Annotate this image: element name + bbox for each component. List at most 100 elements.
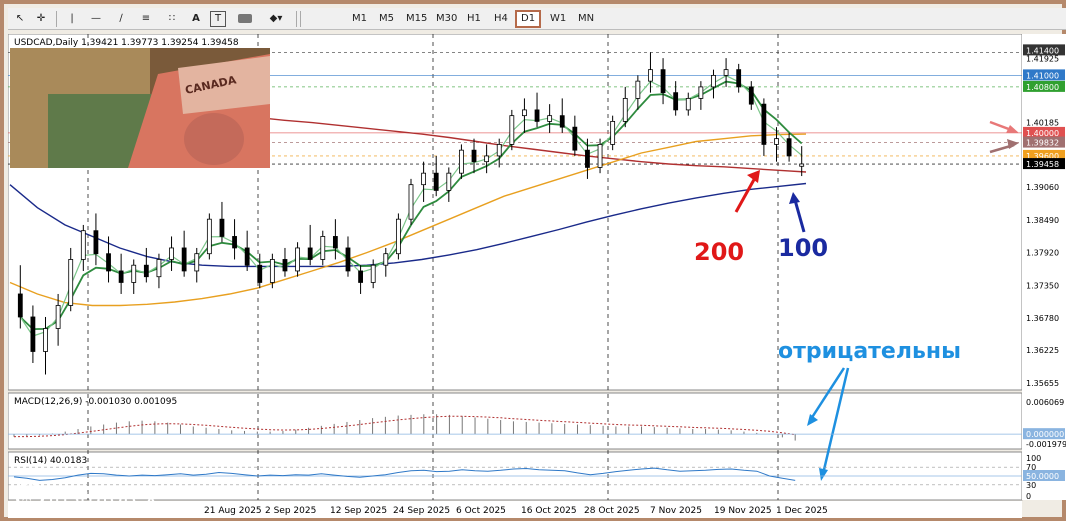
rsi-tick-label: 50.0000 <box>1026 472 1059 481</box>
candle-body <box>622 97 628 122</box>
candle-body <box>572 126 578 151</box>
candle-body <box>597 144 603 168</box>
timeframe-m1[interactable]: M1 <box>348 10 371 28</box>
candle-body <box>282 259 288 272</box>
candle-body <box>559 115 565 128</box>
macd-tick-label: 0.000000 <box>1026 430 1064 439</box>
timeframe-d1[interactable]: D1 <box>515 10 542 28</box>
macd-label: MACD(12,26,9) -0.001030 0.001095 <box>14 397 177 407</box>
price-tick-label: 1.38490 <box>1026 216 1059 225</box>
price-tag: 1.39458 <box>1026 160 1059 169</box>
text-tool-button[interactable]: A <box>188 10 204 28</box>
horizontal-line-icon[interactable]: — <box>86 10 106 28</box>
candle-body <box>244 247 250 266</box>
candle-body <box>181 247 187 272</box>
candle-body <box>55 305 61 329</box>
candle-body <box>433 172 439 191</box>
crosshair-icon[interactable]: ✛ <box>32 10 50 28</box>
candle-body <box>685 97 691 111</box>
candle-body <box>295 247 300 272</box>
ma200-annotation: 200 <box>694 238 744 266</box>
date-tick-label: 28 Oct 2025 <box>584 506 640 516</box>
fibonacci-icon[interactable]: ≡ <box>136 10 156 28</box>
candle-body <box>395 218 401 255</box>
svg-text:✳: ✳ <box>20 487 33 506</box>
date-tick-label: 6 Oct 2025 <box>456 506 506 516</box>
price-tag: 1.41000 <box>1026 71 1059 80</box>
candle-body <box>471 149 477 163</box>
candle-body <box>761 103 767 145</box>
vertical-line-icon[interactable]: | <box>64 10 80 28</box>
candle-body <box>93 230 99 255</box>
candle-body <box>711 74 716 88</box>
rectangle-icon[interactable] <box>234 10 256 28</box>
date-tick-label: 16 Oct 2025 <box>521 506 577 516</box>
price-tick-label: 1.40185 <box>1026 118 1059 127</box>
timeframe-h4[interactable]: H4 <box>490 10 512 28</box>
candle-body <box>345 247 351 272</box>
candle-body <box>610 121 616 145</box>
candle-body <box>648 69 653 82</box>
candle-body <box>30 316 36 352</box>
candle-body <box>169 247 174 260</box>
candle-body <box>17 293 23 318</box>
price-tick-label: 1.37920 <box>1026 249 1059 258</box>
candle-body <box>257 264 263 283</box>
candle-body <box>332 236 338 249</box>
currency-photo: CANADA <box>10 48 270 168</box>
candle-body <box>774 138 779 145</box>
price-tick-label: 1.36780 <box>1026 314 1059 323</box>
date-axis-bg <box>8 501 1022 518</box>
candle-body <box>421 172 427 186</box>
candle-body <box>673 92 679 111</box>
toolbar-divider <box>300 11 301 27</box>
shapes-dropdown-icon[interactable]: ◆▾ <box>264 10 288 28</box>
candle-body <box>68 259 74 306</box>
candle-body <box>484 155 490 163</box>
ma100-annotation: 100 <box>778 234 828 262</box>
toolbar-divider <box>296 11 297 27</box>
candle-body <box>358 270 363 283</box>
price-tag: 1.40000 <box>1026 129 1059 138</box>
candle-body <box>408 184 414 220</box>
candle-body <box>660 69 666 94</box>
cursor-icon[interactable]: ↖ <box>12 10 28 28</box>
date-tick-label: 21 Aug 2025 <box>204 506 262 516</box>
fibonacci-fan-icon[interactable]: ∷ <box>162 10 182 28</box>
candle-body <box>509 115 515 145</box>
brand-name: instaforex <box>48 485 158 510</box>
trendline-icon[interactable]: ∕ <box>112 10 130 28</box>
price-tag: 1.39832 <box>1026 139 1059 148</box>
candle-body <box>736 69 742 88</box>
candle-body <box>269 259 275 283</box>
price-chart[interactable]: CANADA USDCAD,Daily 1.39421 1.39773 1.39… <box>8 34 1066 518</box>
timeframe-m15[interactable]: M15 <box>402 10 431 28</box>
candle-body <box>370 264 376 283</box>
chart-window: ↖ ✛ | — ∕ ≡ ∷ A T ◆▾ M1 M5 M15 M30 H1 H4… <box>0 0 1066 521</box>
date-tick-label: 19 Nov 2025 <box>714 506 772 516</box>
candle-body <box>534 109 540 122</box>
candle-body <box>156 259 162 278</box>
timeframe-mn[interactable]: MN <box>574 10 598 28</box>
brand-tagline: Instant Forex Trading <box>48 509 153 518</box>
price-tick-label: 1.41925 <box>1026 54 1059 63</box>
rsi-label: RSI(14) 40.0183 <box>14 456 87 466</box>
candle-body <box>547 115 553 122</box>
label-tool-button[interactable]: T <box>210 11 226 27</box>
timeframe-m5[interactable]: M5 <box>375 10 398 28</box>
date-tick-label: 24 Sep 2025 <box>393 506 450 516</box>
rsi-tick-label: 100 <box>1026 454 1041 463</box>
candle-body <box>106 253 111 272</box>
timeframe-m30[interactable]: M30 <box>432 10 461 28</box>
macd-tick-label: -0.001979 <box>1026 440 1066 449</box>
candle-body <box>80 230 86 260</box>
candle-body <box>143 264 149 278</box>
candle-body <box>522 109 527 117</box>
candle-body <box>748 86 754 105</box>
candle-body <box>698 86 704 99</box>
timeframe-w1[interactable]: W1 <box>546 10 570 28</box>
candle-body <box>219 218 225 237</box>
candle-body <box>585 149 590 168</box>
timeframe-h1[interactable]: H1 <box>463 10 485 28</box>
toolbar: ↖ ✛ | — ∕ ≡ ∷ A T ◆▾ M1 M5 M15 M30 H1 H4… <box>8 8 1066 30</box>
